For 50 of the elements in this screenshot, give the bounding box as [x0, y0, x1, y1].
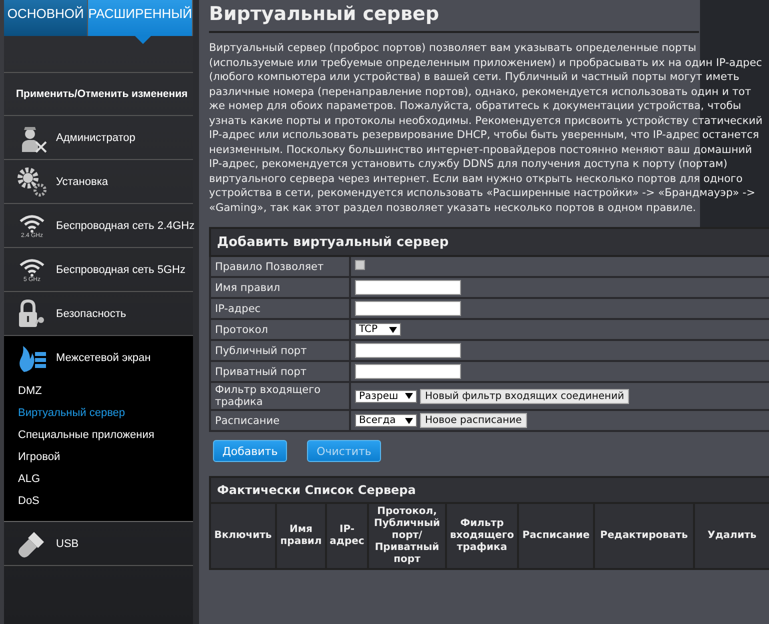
field-label: Приватный порт	[210, 361, 350, 382]
nav-item[interactable]: Установка	[4, 160, 193, 204]
column-header: Удалить	[694, 503, 769, 569]
input-field[interactable]	[355, 301, 461, 316]
column-header: Фильтр входящего трафика	[446, 503, 518, 569]
action-button[interactable]: Новое расписание	[420, 413, 527, 428]
submenu-item[interactable]: Виртуальный сервер	[4, 403, 193, 425]
submenu-item[interactable]: ALG	[4, 469, 193, 491]
input-field[interactable]	[355, 280, 461, 295]
nav-item[interactable]: Администратор	[4, 116, 193, 160]
column-header: Редактировать	[594, 503, 694, 569]
column-header: Включить	[210, 503, 276, 569]
nav-item[interactable]: USB	[4, 522, 193, 566]
description-text: Виртуальный сервер (проброс портов) позволяет вам указывать определенные порты (используемые или требуемые определенным приложением) и пробрасывать их на один IP-адрес (любого компьютера или устройства) в вашей сети. Публичный и частный порты могут иметь различные номера (перенаправление портов), однако, рекомендуется использовать один и тот же номер для обоих параметров. Пожалуйста, обратитесь к документации устройства, чтобы узнать какие порты и протоколы необходимы. Рекомендуется присвоить устройству статический IP-адрес или использовать резервирование DHCP, чтобы быть уверенным, что IP-адрес останется неизменным. Поскольку большинство интернет-провайдеров постоянно меняют ваш домашний IP-адрес, рекомендуется установить службу DDNS для получения доступа к порту (портам) виртуального сервера через интернет. Если вам нужно открыть несколько портов для одного устройства в сети, рекомендуется использовать «Расширенные настройки» -> «Брандмауэр» -> «Gaming», так как этот раздел позволяет указать несколько портов в одном правиле.	[209, 41, 764, 215]
submenu-item[interactable]: Игровой	[4, 447, 193, 469]
section-header: Фактически Список Сервера	[210, 477, 769, 503]
wifi-icon	[18, 212, 46, 232]
field-label: IP-адрес	[210, 298, 350, 319]
section-header: Добавить виртуальный сервер	[210, 228, 769, 256]
dropdown[interactable]: Разреш	[355, 390, 417, 402]
input-field[interactable]	[355, 364, 461, 379]
input-field[interactable]	[355, 343, 461, 358]
field-label: Расписание	[210, 410, 350, 431]
field-label: Правило Позволяет	[210, 256, 350, 277]
apply-changes-link[interactable]: Применить/Отменить изменения	[4, 73, 193, 116]
dropdown[interactable]: TCP	[355, 323, 401, 336]
rule-checkbox[interactable]	[355, 260, 365, 270]
caret-icon	[405, 418, 413, 424]
gears-icon	[16, 166, 48, 198]
column-header: IP-адрес	[326, 503, 368, 569]
nav-tab[interactable]: ОСНОВНОЙ	[4, 0, 88, 36]
column-header: Протокол, Публичный порт/ Приватный порт	[368, 503, 446, 569]
submenu-item[interactable]: DMZ	[4, 381, 193, 403]
form-button[interactable]: Добавить	[213, 440, 287, 462]
field-label: Имя правил	[210, 277, 350, 298]
page-title: Виртуальный сервер	[209, 0, 699, 33]
caret-icon	[389, 326, 397, 332]
action-button[interactable]: Новый фильтр входящих соединений	[420, 388, 630, 404]
field-label: Фильтр входящего трафика	[210, 382, 350, 410]
submenu-item[interactable]: Специальные приложения	[4, 425, 193, 447]
dropdown[interactable]: Всегда	[355, 414, 417, 427]
field-label: Протокол	[210, 319, 350, 340]
caret-icon	[405, 393, 413, 399]
submenu-item[interactable]: DoS	[4, 491, 193, 513]
field-label: Публичный порт	[210, 340, 350, 361]
column-header: Имя правил	[276, 503, 326, 569]
nav-item[interactable]: Межсетевой экран	[4, 336, 193, 379]
column-header: Расписание	[518, 503, 594, 569]
tab-pointer	[134, 36, 151, 44]
wifi-icon	[18, 256, 46, 276]
